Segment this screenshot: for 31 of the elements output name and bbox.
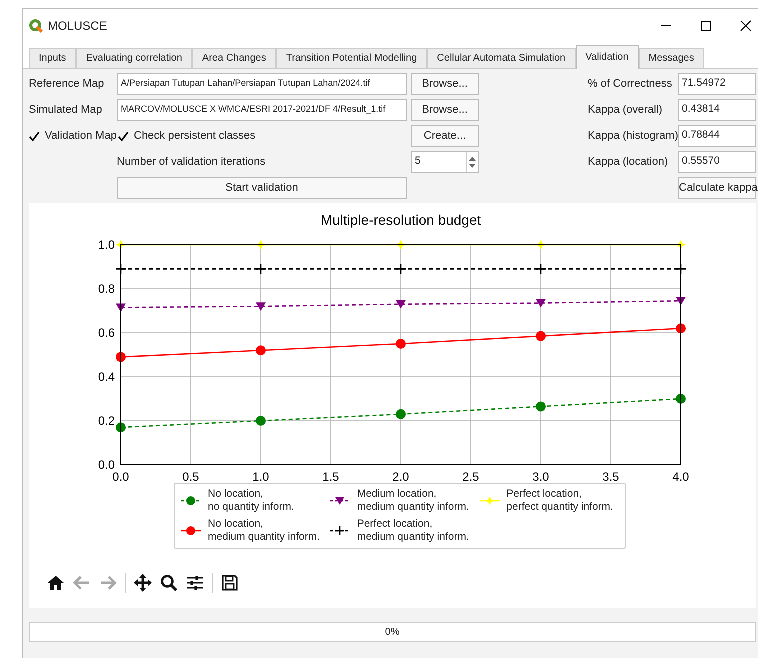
legend-label: Perfect location, perfect quantity inform. <box>506 488 614 514</box>
legend-label: No location, medium quantity inform. <box>208 518 320 544</box>
axis-tick-label: 2.0 <box>392 470 410 484</box>
axis-tick-label: 1.0 <box>252 470 270 484</box>
legend-label: Perfect location, medium quantity inform. <box>357 518 470 544</box>
field-label: % of Correctness <box>588 76 674 92</box>
legend-label: Medium location, medium quantity inform. <box>357 488 470 514</box>
axis-tick-label: 0.0 <box>98 458 115 472</box>
field-label: Number of validation iterations <box>117 154 267 170</box>
field-label: Kappa (overall) <box>588 102 664 118</box>
field-label: Check persistent classes <box>134 128 256 144</box>
axis-tick-label: 0.0 <box>112 470 130 484</box>
axis-tick-label: 4.0 <box>672 470 690 484</box>
chart-title: Multiple-resolution budget <box>320 212 482 228</box>
legend-label: No location, no quantity inform. <box>208 488 294 514</box>
axis-tick-label: 2.5 <box>462 470 480 484</box>
field-label: Reference Map <box>29 76 106 92</box>
axis-tick-label: 3.5 <box>602 470 620 484</box>
axis-tick-label: 0.8 <box>98 282 115 296</box>
field-label: Validation Map <box>45 128 117 144</box>
progress-text: 0% <box>384 626 401 640</box>
axis-tick-label: 0.6 <box>98 326 115 340</box>
axis-tick-label: 1.0 <box>98 238 115 252</box>
axis-tick-label: 1.5 <box>322 470 340 484</box>
axis-tick-label: 0.2 <box>98 414 115 428</box>
field-label: Simulated Map <box>29 102 104 118</box>
axis-tick-label: 0.5 <box>182 470 200 484</box>
axis-tick-label: 3.0 <box>532 470 550 484</box>
axis-tick-label: 0.4 <box>98 370 115 384</box>
window-title: MOLUSCE <box>48 18 108 35</box>
field-label: Kappa (location) <box>588 154 670 170</box>
